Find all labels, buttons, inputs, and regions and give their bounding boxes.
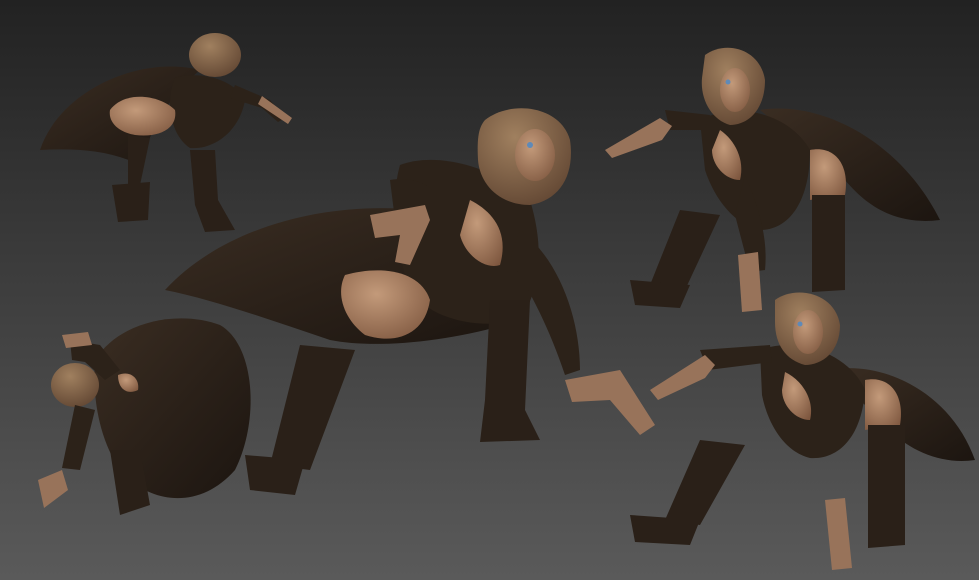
gun-right (738, 252, 762, 312)
head-hair (189, 33, 241, 77)
face (793, 310, 823, 354)
render-canvas (0, 0, 979, 580)
boot-right (812, 195, 845, 292)
boot-left-foot (245, 455, 305, 495)
eye (725, 79, 731, 85)
eye (527, 142, 533, 148)
boot-left-foot (112, 182, 150, 222)
head-hair (51, 363, 99, 407)
sculpt-render-viewport (0, 0, 979, 580)
boot-left-foot (630, 515, 700, 545)
face (515, 129, 555, 181)
boot-right (868, 425, 905, 548)
eye (797, 321, 803, 327)
face (720, 68, 750, 112)
